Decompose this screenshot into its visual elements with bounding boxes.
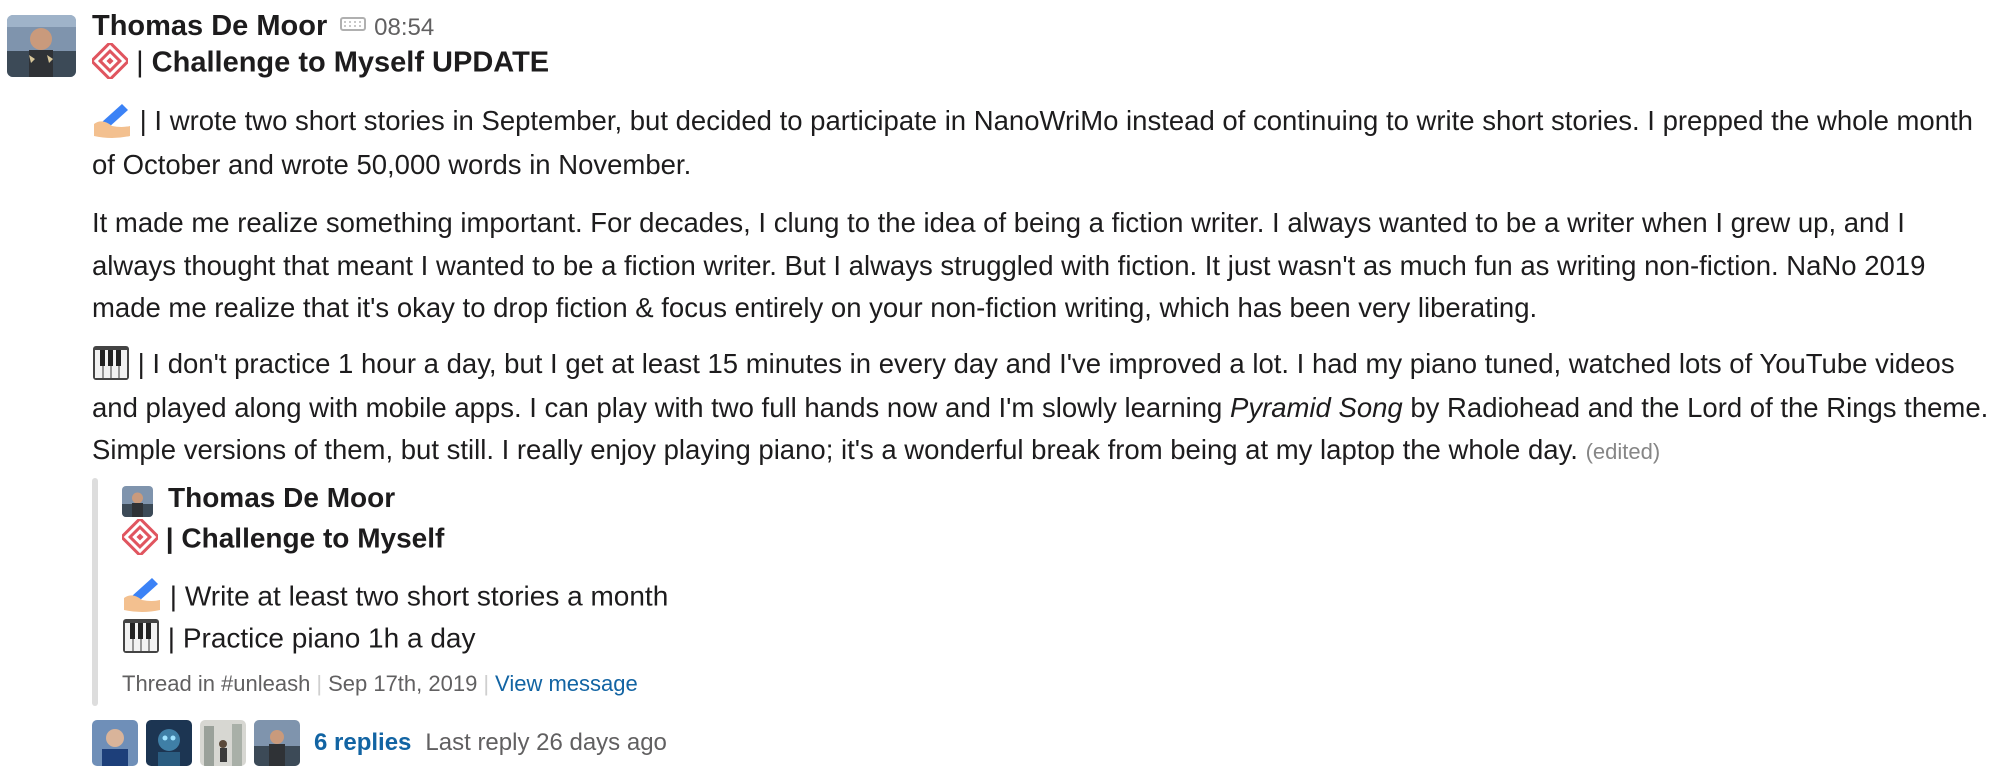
reply-avatar-image — [254, 720, 300, 766]
writing-hand-icon — [122, 578, 162, 616]
title-separator: | — [136, 46, 144, 79]
paragraph-reflection: It made me realize something important. … — [92, 207, 1926, 323]
view-message-link[interactable]: View message — [495, 671, 638, 696]
reply-avatar[interactable] — [200, 720, 246, 766]
writing-hand-icon — [92, 101, 132, 144]
title-text: Challenge to Myself UPDATE — [151, 46, 550, 79]
song-title: Pyramid Song — [1229, 391, 1403, 423]
reply-count-link[interactable]: 6 replies — [314, 729, 411, 756]
reply-avatar[interactable] — [146, 720, 192, 766]
piano-keys-icon — [122, 619, 160, 658]
paragraph-writing: | I wrote two short stories in September… — [92, 100, 1992, 186]
shared-item-piano: | Practice piano 1h a day — [122, 619, 476, 658]
message: Thomas De Moor 08:54 | Challenge to Myse… — [0, 0, 2000, 781]
thread-channel-link[interactable]: Thread in #unleash — [122, 671, 310, 696]
timestamp[interactable]: 08:54 — [374, 14, 434, 41]
thread-replies[interactable]: 6 replies Last reply 26 days ago — [92, 720, 667, 766]
shared-item-writing: | Write at least two short stories a mon… — [122, 578, 669, 616]
author-avatar[interactable] — [7, 15, 76, 77]
shared-meta: Thread in #unleash | Sep 17th, 2019 | View m… — [122, 671, 638, 697]
reply-avatar-image — [200, 720, 246, 766]
meta-divider: | — [483, 671, 490, 696]
shared-avatar-image — [122, 486, 153, 517]
shared-item-writing-text: | Write at least two short stories a mon… — [169, 580, 669, 612]
shared-title-text: | Challenge to Myself — [165, 522, 445, 554]
message-header: Thomas De Moor 08:54 — [92, 10, 434, 43]
author-name[interactable]: Thomas De Moor — [92, 10, 327, 42]
reply-avatar[interactable] — [254, 720, 300, 766]
piano-keys-icon — [92, 344, 130, 387]
diamond-icon — [119, 516, 161, 558]
paragraph-writing-text: | I wrote two short stories in September… — [92, 105, 1973, 180]
shared-item-piano-text: | Practice piano 1h a day — [167, 622, 476, 654]
message-title: | Challenge to Myself UPDATE — [89, 40, 550, 82]
edited-label: (edited) — [1585, 439, 1661, 465]
reply-avatar-image — [92, 720, 138, 766]
last-reply-label: Last reply 26 days ago — [425, 729, 667, 756]
reply-avatar-image — [146, 720, 192, 766]
quote-bar — [92, 478, 98, 706]
shared-author-name[interactable]: Thomas De Moor — [168, 482, 395, 514]
shared-title: | Challenge to Myself — [119, 516, 445, 558]
meta-divider: | — [316, 671, 323, 696]
author-avatar-image — [7, 15, 76, 77]
keyboard-icon — [339, 17, 366, 31]
shared-date[interactable]: Sep 17th, 2019 — [328, 671, 477, 696]
diamond-icon — [89, 40, 131, 82]
reply-avatar[interactable] — [92, 720, 138, 766]
shared-author-avatar[interactable] — [122, 486, 153, 517]
paragraph-piano: | I don't practice 1 hour a day, but I g… — [92, 343, 1992, 474]
